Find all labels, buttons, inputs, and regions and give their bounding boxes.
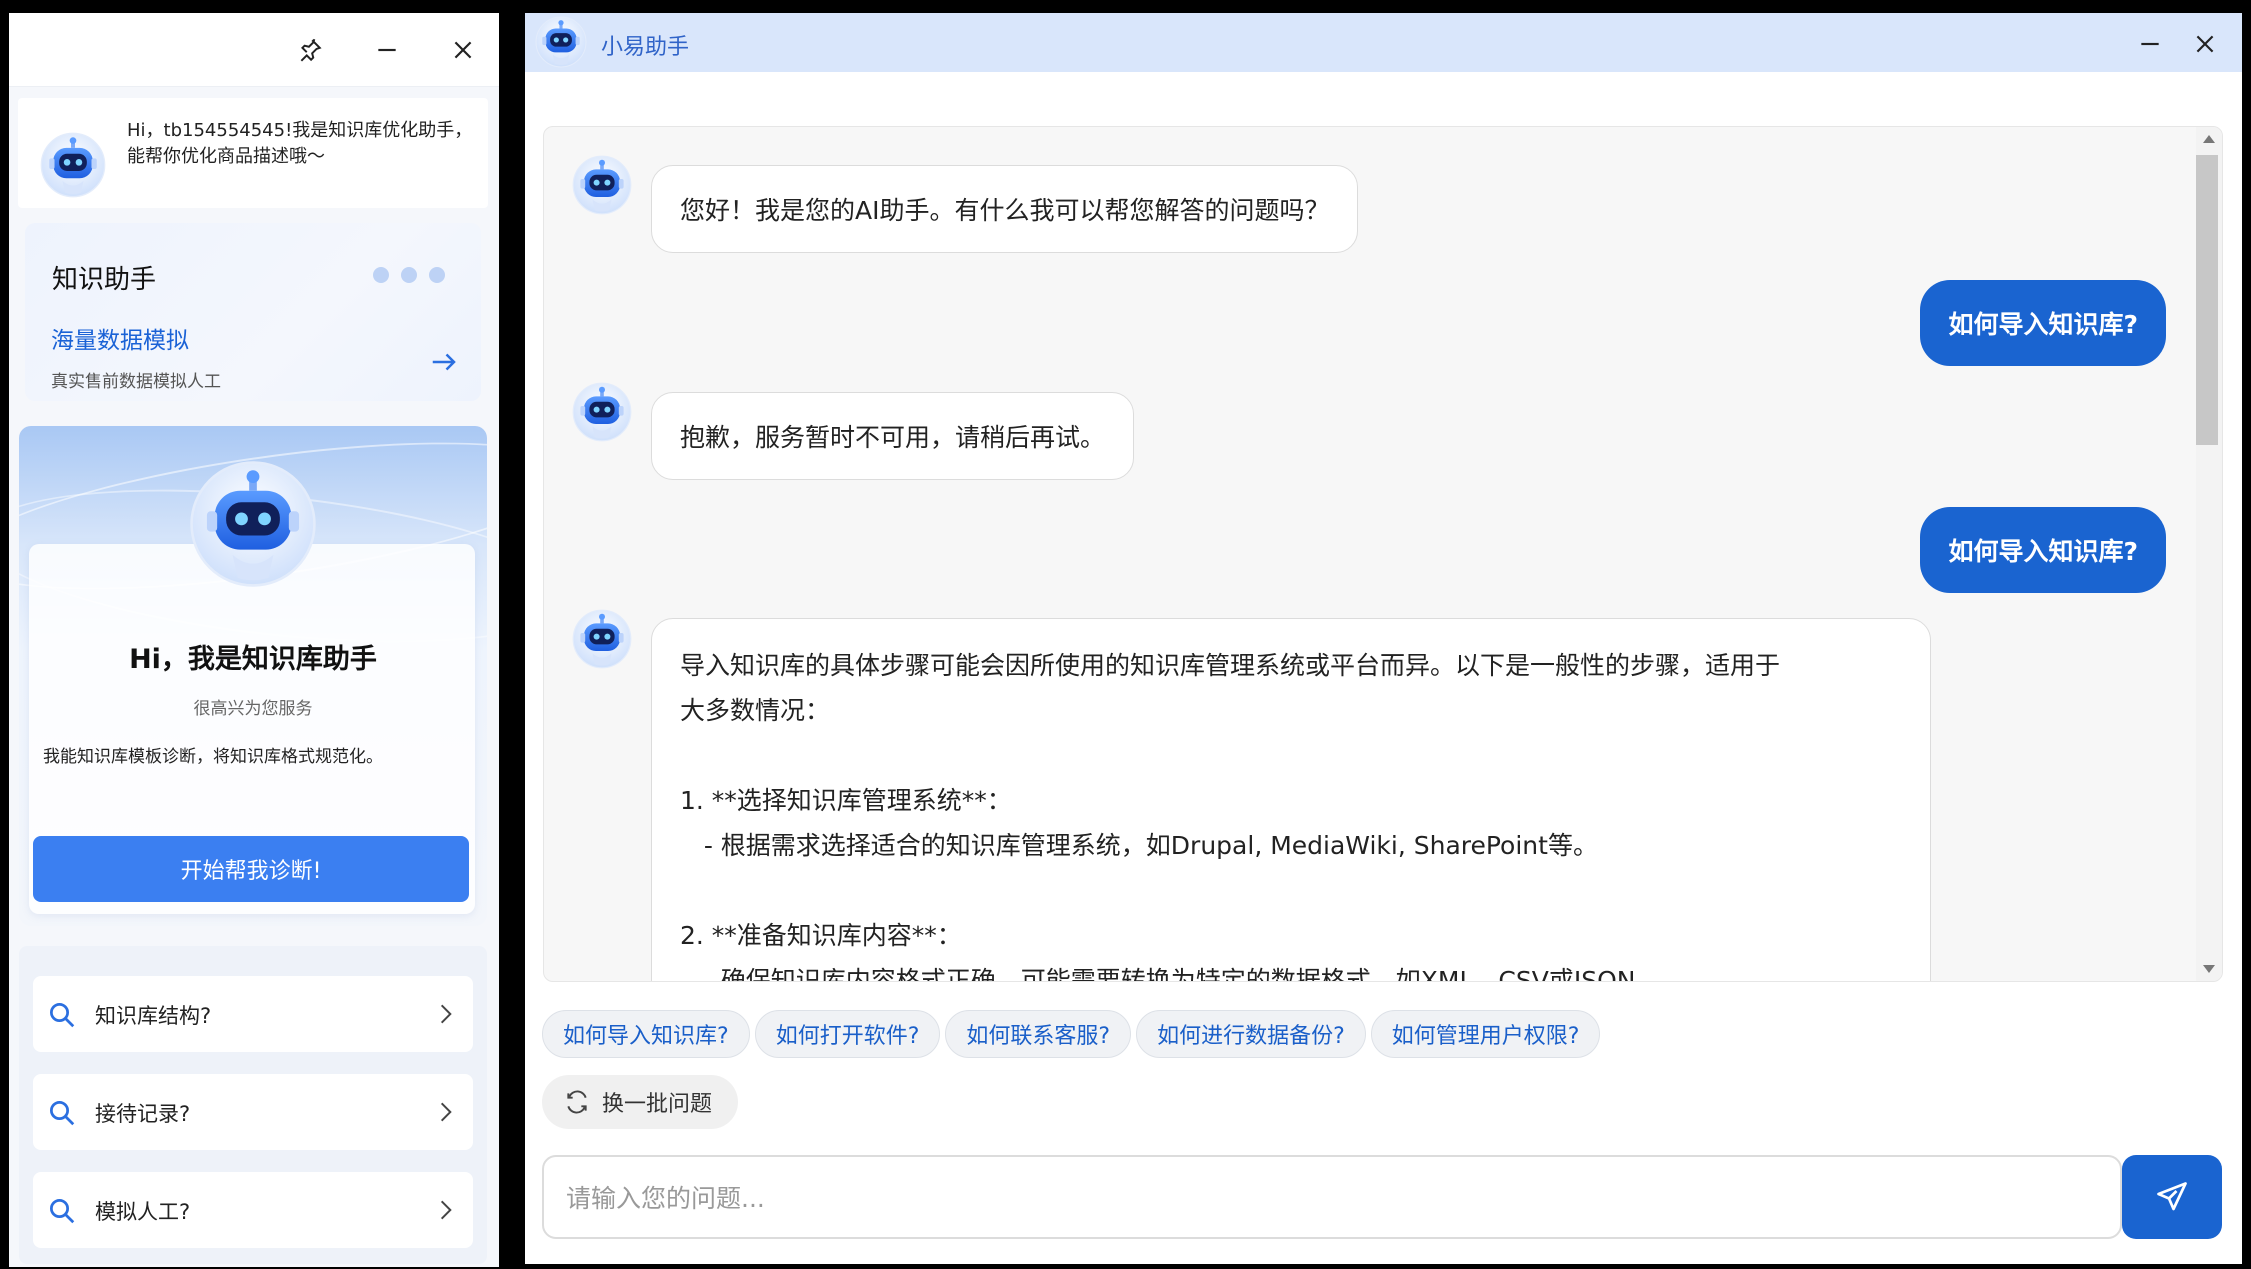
bot-long-message: 导入知识库的具体步骤可能会因所使用的知识库管理系统或平台而异。以下是一般性的步骤… <box>651 618 1931 982</box>
message-line: 大多数情况： <box>680 696 831 725</box>
knowledge-card-title: 知识助手 <box>52 265 157 295</box>
bot-message: 抱歉，服务暂时不可用，请稍后再试。 <box>651 392 1135 480</box>
pin-icon <box>300 38 322 62</box>
chat-titlebar: 小易助手 <box>525 13 2242 72</box>
hero-description: 我能知识库模板诊断，将知识库格式规范化。 <box>43 747 383 767</box>
chevron-right-icon <box>440 1102 452 1122</box>
faq-item-structure[interactable]: 知识库结构? <box>33 976 473 1052</box>
search-icon <box>50 1101 75 1126</box>
refresh-label: 换一批问题 <box>602 1092 713 1117</box>
robot-mascot-icon <box>189 460 317 588</box>
message-line: 1. **选择知识库管理系统**： <box>680 786 1012 815</box>
hero-title: Hi，我是知识库助手 <box>129 644 377 675</box>
greeting-text: Hi，tb154554545!我是知识库优化助手，能帮你优化商品描述哦～ <box>127 120 473 167</box>
chevron-right-icon <box>440 1004 452 1024</box>
knowledge-assistant-card[interactable]: 知识助手 海量数据模拟 真实售前数据模拟人工 <box>25 223 481 401</box>
pin-button[interactable] <box>285 27 335 73</box>
faq-list: 知识库结构? 接待记录? 模拟人工? <box>19 946 487 1264</box>
minimize-button[interactable] <box>362 27 412 73</box>
mass-data-link[interactable]: 海量数据模拟 <box>51 321 189 355</box>
bot-message: 您好！我是您的AI助手。有什么我可以帮您解答的问题吗？ <box>651 165 1359 253</box>
start-diagnosis-button[interactable]: 开始帮我诊断! <box>33 836 469 902</box>
message-line: 2. **准备知识库内容**： <box>680 921 962 950</box>
message-line <box>680 868 1902 913</box>
refresh-icon <box>567 1090 587 1114</box>
message-line <box>680 733 1902 778</box>
minimize-icon <box>378 48 396 52</box>
knowledge-assistant-panel: Hi，tb154554545!我是知识库优化助手，能帮你优化商品描述哦～ 知识助… <box>9 13 499 1267</box>
suggestion-chips: 如何导入知识库? 如何打开软件? 如何联系客服? 如何进行数据备份? 如何管理用… <box>542 1010 1601 1058</box>
chat-history[interactable]: 您好！我是您的AI助手。有什么我可以帮您解答的问题吗？ 如何导入知识库? 抱歉，… <box>543 126 2223 982</box>
chat-minimize-button[interactable] <box>2125 21 2175 67</box>
user-message: 如何导入知识库? <box>1920 280 2166 366</box>
user-message: 如何导入知识库? <box>1920 507 2166 593</box>
arrow-right-icon[interactable] <box>429 347 459 377</box>
robot-app-icon <box>535 16 587 68</box>
suggestion-chip[interactable]: 如何导入知识库? <box>542 1010 750 1058</box>
chat-close-button[interactable] <box>2180 21 2230 67</box>
close-icon <box>454 41 472 59</box>
scrollbar-thumb[interactable] <box>2196 155 2218 445</box>
send-button[interactable] <box>2122 1155 2222 1239</box>
message-line: - 确保知识库内容格式正确，可能需要转换为特定的数据格式，如XML、CSV或JS… <box>680 966 1661 982</box>
bot-avatar-icon <box>572 382 632 442</box>
bot-avatar-icon <box>572 609 632 669</box>
hero-subtitle: 很高兴为您服务 <box>193 699 313 719</box>
faq-label: 知识库结构? <box>95 1004 212 1028</box>
chat-window: 小易助手 您好！我是您的AI助手。有什么我可以帮您解答的问题吗？ 如何导入知识库… <box>525 13 2242 1264</box>
suggestion-chip[interactable]: 如何打开软件? <box>754 1010 941 1058</box>
bot-avatar-icon <box>572 155 632 215</box>
scroll-down-arrow-icon[interactable] <box>2203 965 2215 973</box>
chat-scrollbar[interactable] <box>2196 127 2222 981</box>
minimize-icon <box>2141 42 2159 46</box>
suggestion-chip[interactable]: 如何联系客服? <box>945 1010 1132 1058</box>
faq-item-simulate[interactable]: 模拟人工? <box>33 1172 473 1248</box>
hero-card: Hi，我是知识库助手 很高兴为您服务 我能知识库模板诊断，将知识库格式规范化。 … <box>19 426 487 926</box>
message-line: - 根据需求选择适合的知识库管理系统，如Drupal, MediaWiki, S… <box>680 831 1598 860</box>
faq-label: 接待记录? <box>95 1102 191 1126</box>
search-icon <box>50 1003 75 1028</box>
question-input[interactable]: 请输入您的问题... <box>542 1155 2122 1239</box>
message-line: 导入知识库的具体步骤可能会因所使用的知识库管理系统或平台而异。以下是一般性的步骤… <box>680 651 1781 680</box>
dots-decoration <box>373 267 445 283</box>
left-titlebar <box>9 13 499 87</box>
send-icon <box>2157 1182 2187 1211</box>
chevron-right-icon <box>440 1200 452 1220</box>
close-icon <box>2196 35 2214 53</box>
faq-label: 模拟人工? <box>95 1200 191 1224</box>
knowledge-card-subtitle: 真实售前数据模拟人工 <box>51 372 221 392</box>
suggestion-chip[interactable]: 如何进行数据备份? <box>1136 1010 1366 1058</box>
refresh-questions-button[interactable]: 换一批问题 <box>542 1075 739 1129</box>
robot-avatar-icon <box>40 132 106 198</box>
scroll-up-arrow-icon[interactable] <box>2203 135 2215 143</box>
close-button[interactable] <box>438 27 488 73</box>
app-title: 小易助手 <box>601 35 690 60</box>
faq-item-records[interactable]: 接待记录? <box>33 1074 473 1150</box>
suggestion-chip[interactable]: 如何管理用户权限? <box>1370 1010 1601 1058</box>
greeting-card: Hi，tb154554545!我是知识库优化助手，能帮你优化商品描述哦～ <box>18 98 488 208</box>
search-icon <box>50 1199 75 1224</box>
